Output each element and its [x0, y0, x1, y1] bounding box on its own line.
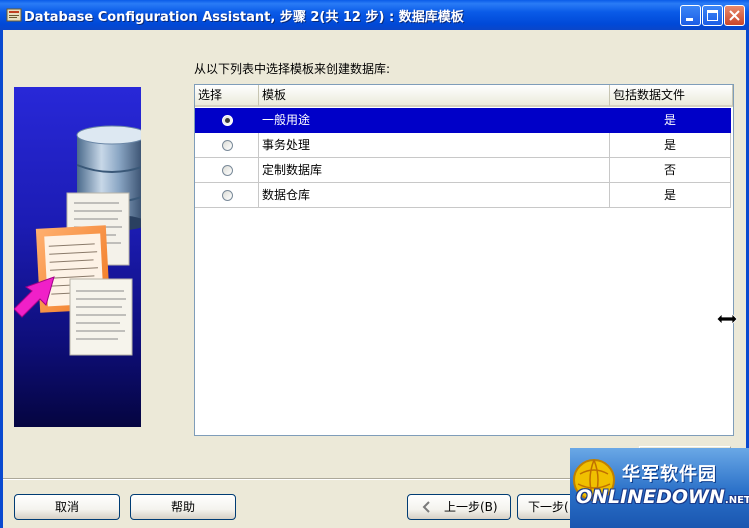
- instruction-text: 从以下列表中选择模板来创建数据库:: [194, 62, 391, 76]
- table-row-data-warehouse[interactable]: 数据仓库 是: [195, 183, 731, 208]
- includes-datafiles-value: 是: [610, 133, 731, 158]
- template-name: 事务处理: [259, 133, 610, 158]
- watermark-chinese: 华军软件园: [622, 464, 717, 485]
- radio-data-warehouse[interactable]: [222, 190, 233, 201]
- minimize-button[interactable]: [680, 5, 701, 26]
- column-header-template[interactable]: 模板: [259, 85, 610, 107]
- resize-cursor-icon: [716, 313, 738, 325]
- radio-transaction-processing[interactable]: [222, 140, 233, 151]
- back-arrow-icon: [422, 501, 430, 513]
- maximize-icon: [707, 10, 718, 21]
- back-button[interactable]: 上一步(B): [407, 494, 511, 520]
- cancel-button[interactable]: 取消: [14, 494, 120, 520]
- template-table[interactable]: 选择 模板 包括数据文件 一般用途 是 事务处理 是 定制数据库 否 数据仓库 …: [194, 84, 734, 436]
- watermark-logo: 华军软件园 ONLINEDOWN.NET: [570, 448, 749, 528]
- includes-datafiles-value: 是: [610, 183, 731, 208]
- includes-datafiles-value: 否: [610, 158, 731, 183]
- window-frame-left: [0, 30, 3, 528]
- includes-datafiles-value: 是: [610, 108, 731, 133]
- window-title: Database Configuration Assistant, 步骤 2(共…: [24, 10, 464, 25]
- table-row-transaction-processing[interactable]: 事务处理 是: [195, 133, 731, 158]
- column-header-select[interactable]: 选择: [195, 85, 259, 107]
- table-row-general-purpose[interactable]: 一般用途 是: [195, 108, 731, 133]
- close-icon: [729, 10, 740, 21]
- watermark-english: ONLINEDOWN.NET: [576, 486, 749, 508]
- maximize-button[interactable]: [702, 5, 723, 26]
- table-header: 选择 模板 包括数据文件: [195, 85, 733, 107]
- template-name: 一般用途: [259, 108, 610, 133]
- database-documents-illustration: [14, 125, 141, 356]
- title-bar[interactable]: Database Configuration Assistant, 步骤 2(共…: [0, 0, 749, 30]
- radio-custom-database[interactable]: [222, 165, 233, 176]
- back-button-label: 上一步(B): [444, 500, 498, 514]
- template-name: 定制数据库: [259, 158, 610, 183]
- column-header-includes-datafiles[interactable]: 包括数据文件: [610, 85, 733, 107]
- table-row-custom-database[interactable]: 定制数据库 否: [195, 158, 731, 183]
- radio-general-purpose[interactable]: [222, 115, 233, 126]
- template-name: 数据仓库: [259, 183, 610, 208]
- minimize-icon: [686, 18, 693, 21]
- app-icon: [6, 8, 22, 22]
- wizard-illustration: [14, 87, 141, 427]
- close-button[interactable]: [724, 5, 745, 26]
- help-button[interactable]: 帮助: [130, 494, 236, 520]
